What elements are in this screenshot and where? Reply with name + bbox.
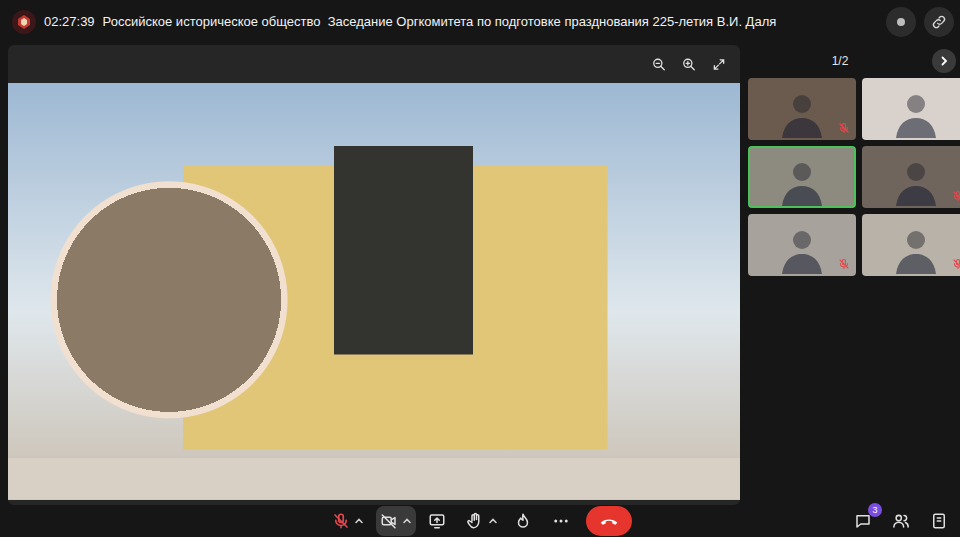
participant-tile[interactable] — [748, 214, 856, 276]
person-silhouette-icon — [864, 216, 960, 274]
copy-link-button[interactable] — [924, 7, 954, 37]
mic-off-icon — [838, 122, 850, 134]
zoom-out-icon — [652, 57, 666, 72]
participants-pager: 1/2 — [748, 46, 960, 76]
more-button[interactable] — [548, 506, 578, 536]
participants-button[interactable] — [888, 506, 918, 536]
shared-screen — [8, 45, 740, 505]
zoom-in-button[interactable] — [676, 51, 702, 77]
microphone-button[interactable] — [328, 506, 368, 536]
top-bar: 02:27:39 Российское историческое обществ… — [0, 0, 960, 44]
reaction-icon — [514, 512, 532, 530]
notes-button[interactable] — [926, 506, 956, 536]
reaction-button[interactable] — [510, 506, 540, 536]
record-button[interactable] — [886, 7, 916, 37]
page-indicator: 1/2 — [832, 52, 849, 70]
more-dots-icon — [552, 512, 570, 530]
fullscreen-button[interactable] — [706, 51, 732, 77]
participant-grid — [748, 78, 960, 276]
participant-tile[interactable] — [862, 214, 960, 276]
participants-panel: 1/2 — [748, 44, 960, 505]
control-bar: 3 — [0, 505, 960, 537]
caret-up-icon — [488, 516, 498, 526]
mic-off-icon — [838, 258, 850, 270]
mic-off-icon — [952, 258, 960, 270]
person-silhouette-icon — [864, 80, 960, 138]
hang-up-button[interactable] — [586, 506, 632, 536]
unread-badge: 3 — [868, 503, 882, 517]
participant-tile[interactable] — [748, 146, 856, 208]
hand-icon — [466, 512, 484, 530]
mic-off-icon — [332, 512, 350, 530]
muted-indicator — [952, 258, 960, 270]
mic-off-icon — [952, 190, 960, 202]
people-icon — [892, 512, 910, 530]
call-controls — [328, 506, 632, 536]
screen-toolbar — [8, 45, 740, 83]
phone-hangup-icon — [599, 511, 619, 531]
participant-tile[interactable] — [862, 146, 960, 208]
side-controls: 3 — [632, 506, 960, 536]
zoom-out-button[interactable] — [646, 51, 672, 77]
notes-icon — [930, 512, 948, 530]
elapsed-time: 02:27:39 — [44, 12, 95, 32]
chevron-right-icon — [939, 56, 949, 66]
participant-tile[interactable] — [862, 78, 960, 140]
main-area: 1/2 — [0, 44, 960, 505]
person-silhouette-icon — [750, 80, 854, 138]
caret-up-icon — [402, 516, 412, 526]
person-silhouette-icon — [750, 216, 854, 274]
muted-indicator — [838, 122, 850, 134]
person-silhouette-icon — [864, 148, 960, 206]
muted-indicator — [952, 190, 960, 202]
next-page-button[interactable] — [932, 49, 956, 73]
chat-button[interactable]: 3 — [850, 506, 880, 536]
person-silhouette-icon — [750, 148, 854, 206]
share-screen-button[interactable] — [424, 506, 454, 536]
zoom-in-icon — [682, 57, 696, 72]
camera-button[interactable] — [376, 506, 416, 536]
organization-logo-icon — [12, 10, 36, 34]
camera-off-icon — [380, 512, 398, 530]
caret-up-icon — [354, 516, 364, 526]
link-icon — [931, 14, 947, 30]
muted-indicator — [838, 258, 850, 270]
expand-icon — [712, 57, 726, 72]
raise-hand-button[interactable] — [462, 506, 502, 536]
meeting-title: Российское историческое общество Заседан… — [103, 12, 878, 32]
shared-photo — [8, 83, 740, 500]
share-screen-icon — [428, 512, 446, 530]
participant-tile[interactable] — [748, 78, 856, 140]
